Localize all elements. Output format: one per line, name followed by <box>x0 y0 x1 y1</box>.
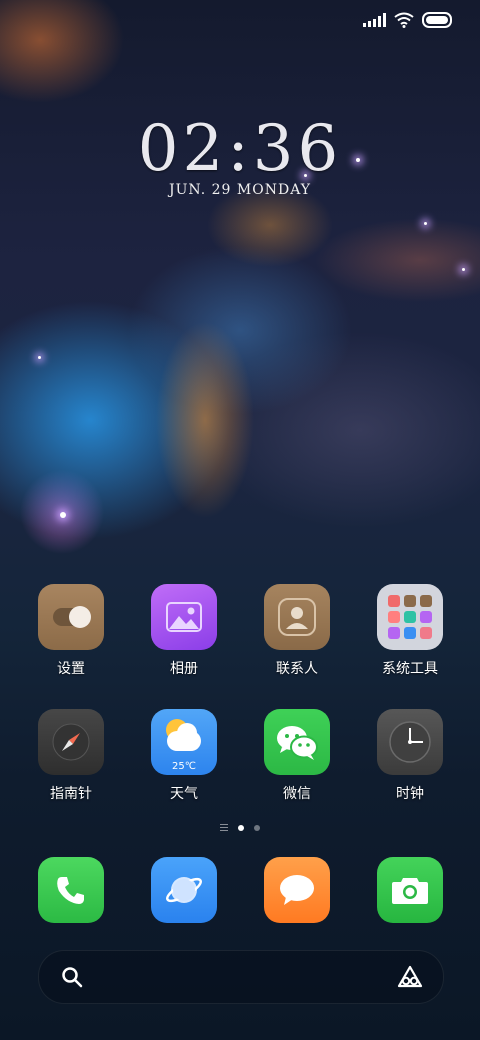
page-dot-active[interactable] <box>238 824 244 831</box>
system-tools-folder-icon <box>377 584 443 650</box>
app-clock[interactable]: 时钟 <box>360 709 460 803</box>
wifi-icon <box>394 12 414 28</box>
browser-icon <box>151 857 217 923</box>
page-list-icon[interactable] <box>220 824 228 831</box>
app-compass[interactable]: 指南针 <box>21 709 121 803</box>
app-system-tools-folder[interactable]: 系统工具 <box>360 584 460 678</box>
app-settings[interactable]: 设置 <box>21 584 121 678</box>
battery-icon <box>422 12 452 28</box>
signal-icon <box>363 13 386 27</box>
app-label: 设置 <box>57 661 85 677</box>
dock-browser[interactable] <box>134 857 234 923</box>
page-dot[interactable] <box>254 824 260 831</box>
compass-icon <box>38 709 104 775</box>
star-decoration <box>60 512 66 518</box>
weather-temp: 25℃ <box>172 761 196 772</box>
assistant-icon[interactable] <box>397 965 423 989</box>
app-contacts[interactable]: 联系人 <box>247 584 347 678</box>
app-wechat[interactable]: 微信 <box>247 709 347 803</box>
clock-time[interactable]: 02:36 <box>0 112 480 186</box>
star-decoration <box>424 222 427 225</box>
app-label: 相册 <box>170 661 198 677</box>
app-gallery[interactable]: 相册 <box>134 584 234 678</box>
camera-icon <box>377 857 443 923</box>
app-label: 指南针 <box>50 786 92 802</box>
app-label: 微信 <box>283 786 311 802</box>
gallery-icon <box>151 584 217 650</box>
page-indicator[interactable] <box>0 824 480 831</box>
phone-icon <box>38 857 104 923</box>
dock-camera[interactable] <box>360 857 460 923</box>
app-label: 天气 <box>170 786 198 802</box>
search-bar[interactable] <box>38 950 444 1004</box>
settings-toggle-icon <box>38 584 104 650</box>
app-weather[interactable]: 25℃ 天气 <box>134 709 234 803</box>
messages-icon <box>264 857 330 923</box>
status-bar <box>363 10 452 30</box>
search-icon[interactable] <box>61 966 83 988</box>
clock-date: JUN. 29 MONDAY <box>168 182 311 198</box>
weather-icon: 25℃ <box>151 709 217 775</box>
dock-phone[interactable] <box>21 857 121 923</box>
wechat-icon <box>264 709 330 775</box>
app-label: 系统工具 <box>382 661 438 677</box>
star-decoration <box>462 268 465 271</box>
app-label: 时钟 <box>396 786 424 802</box>
contacts-icon <box>264 584 330 650</box>
dock-messages[interactable] <box>247 857 347 923</box>
clock-icon <box>377 709 443 775</box>
star-decoration <box>38 356 41 359</box>
app-label: 联系人 <box>276 661 318 677</box>
